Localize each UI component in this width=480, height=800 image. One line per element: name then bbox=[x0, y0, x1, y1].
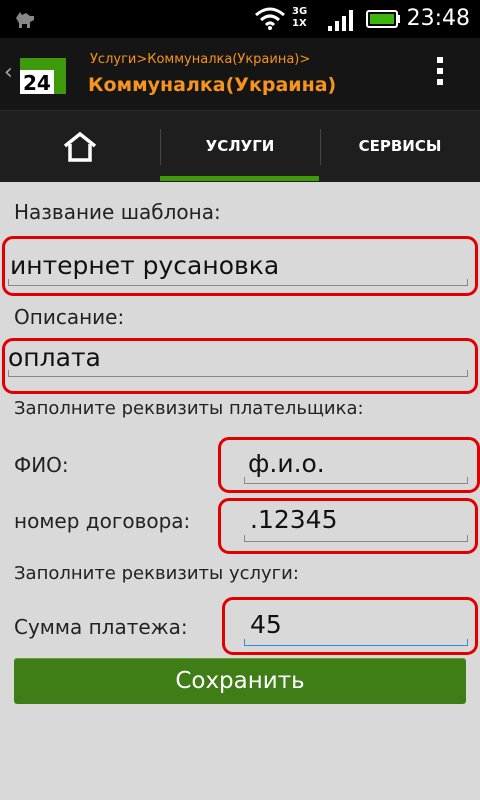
network-type-badge: 3G 1X bbox=[292, 6, 322, 32]
overflow-menu-icon[interactable] bbox=[436, 57, 444, 91]
highlight-fio bbox=[218, 437, 480, 493]
tab-services[interactable]: УСЛУГИ bbox=[160, 111, 320, 183]
network-3g-label: 3G bbox=[292, 6, 308, 17]
wifi-icon bbox=[255, 7, 285, 30]
highlight-description bbox=[2, 338, 478, 394]
amount-label: Сумма платежа: bbox=[14, 615, 188, 639]
network-1x-label: 1X bbox=[292, 18, 307, 29]
chevron-left-icon[interactable]: ‹ bbox=[4, 60, 13, 85]
payer-section-heading: Заполните реквизиты плательщика: bbox=[14, 398, 364, 419]
tab-home[interactable] bbox=[0, 111, 160, 183]
tab-services-label: УСЛУГИ bbox=[205, 137, 275, 155]
highlight-contract bbox=[218, 498, 478, 554]
tab-bar: УСЛУГИ СЕРВИСЫ bbox=[0, 110, 480, 183]
page-title: Коммуналка(Украина) bbox=[88, 74, 337, 96]
breadcrumb: Услуги>Коммуналка(Украина)> bbox=[90, 52, 311, 67]
fio-label: ФИО: bbox=[14, 453, 69, 477]
highlight-template-name bbox=[2, 236, 478, 296]
privat24-logo[interactable]: 24 bbox=[18, 56, 68, 94]
contract-label: номер договора: bbox=[14, 509, 191, 533]
tab-extra-services-label: СЕРВИСЫ bbox=[358, 137, 442, 155]
service-section-heading: Заполните реквизиты услуги: bbox=[14, 563, 299, 584]
signal-icon bbox=[328, 10, 353, 31]
logo-text: 24 bbox=[23, 71, 51, 94]
status-time: 23:48 bbox=[406, 6, 470, 31]
highlight-amount bbox=[222, 597, 478, 655]
selected-tab-indicator bbox=[160, 176, 319, 181]
home-icon bbox=[63, 131, 97, 162]
android-icon bbox=[16, 12, 34, 28]
tab-extra-services[interactable]: СЕРВИСЫ bbox=[320, 111, 480, 183]
battery-icon bbox=[366, 10, 400, 28]
description-label: Описание: bbox=[14, 305, 125, 329]
template-name-label: Название шаблона: bbox=[14, 200, 221, 224]
status-bar: 3G 1X 23:48 bbox=[0, 0, 480, 38]
save-button[interactable]: Сохранить bbox=[14, 658, 466, 704]
